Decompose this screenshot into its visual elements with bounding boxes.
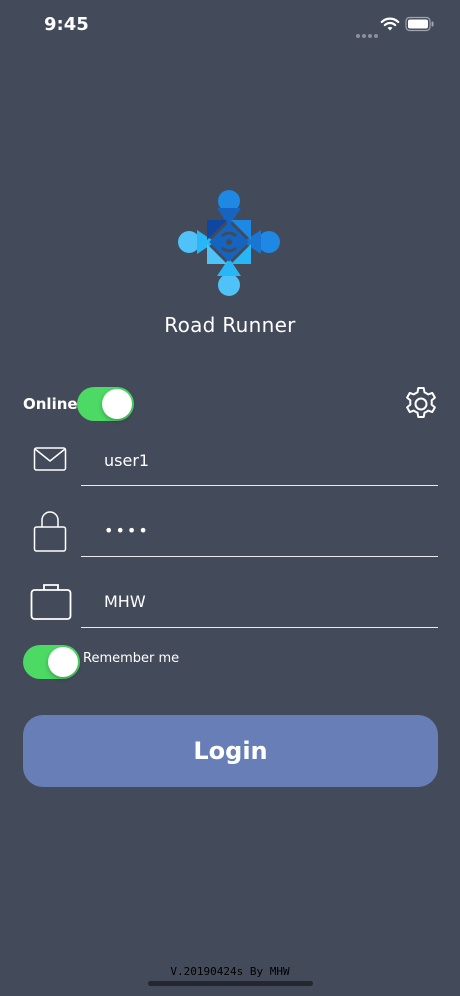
home-indicator[interactable] xyxy=(148,981,313,986)
battery-icon xyxy=(405,16,434,32)
password-field[interactable] xyxy=(104,515,434,545)
toggle-knob xyxy=(48,647,78,677)
toggle-knob xyxy=(102,389,132,419)
signal-dots-icon xyxy=(356,25,380,43)
remember-me-label: Remember me xyxy=(83,651,180,666)
road-runner-logo xyxy=(178,190,280,296)
app-title: Road Runner xyxy=(164,313,296,337)
remember-me-toggle[interactable] xyxy=(23,645,80,679)
username-field[interactable] xyxy=(104,445,434,475)
company-underline xyxy=(81,627,438,628)
lock-icon xyxy=(33,511,67,552)
version-label: V.20190424s By MHW xyxy=(170,965,290,978)
password-underline xyxy=(81,556,438,557)
username-underline xyxy=(81,485,438,486)
status-time: 9:45 xyxy=(44,14,89,35)
status-bar: 9:45 xyxy=(0,0,460,50)
company-field[interactable] xyxy=(104,586,434,616)
wifi-icon xyxy=(380,17,400,31)
envelope-icon xyxy=(33,447,67,471)
online-label: Online xyxy=(23,395,78,413)
login-button[interactable]: Login xyxy=(23,715,438,787)
gear-icon[interactable] xyxy=(402,385,440,423)
online-toggle[interactable] xyxy=(77,387,134,421)
briefcase-icon xyxy=(30,584,72,620)
